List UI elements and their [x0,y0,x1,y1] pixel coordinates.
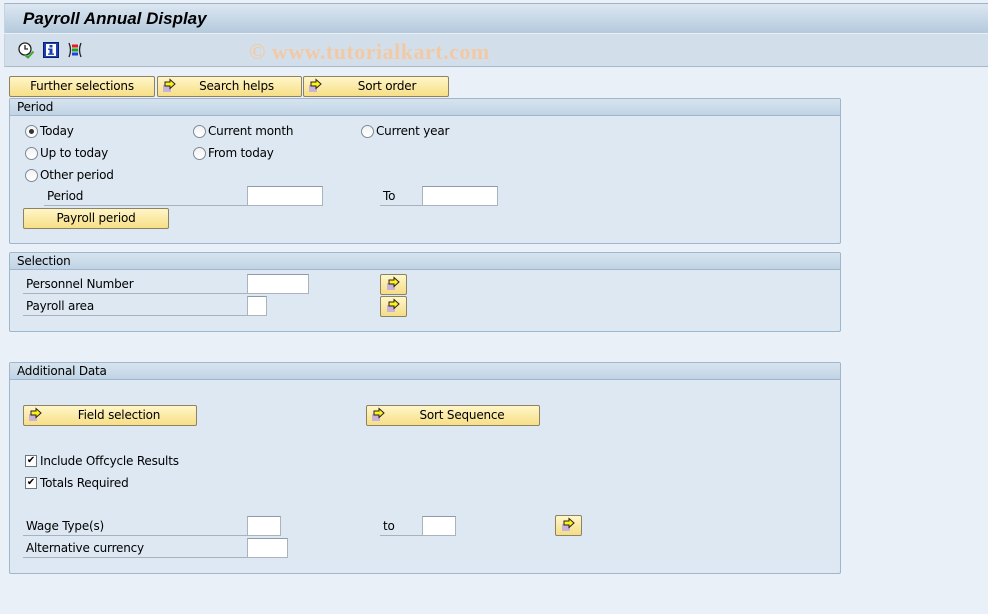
radio-other-period-label: Other period [40,168,114,182]
arrow-right-icon [562,517,575,531]
additional-data-group-title: Additional Data [10,363,840,380]
wage-types-label: Wage Type(s) [23,517,251,536]
wage-types-from-input[interactable] [247,516,281,536]
arrow-right-icon [29,407,42,421]
radio-indicator [193,146,206,160]
arrow-right-icon [387,276,400,290]
selection-options-icon[interactable] [66,41,84,59]
watermark: © www.tutorialkart.com [249,39,490,64]
personnel-number-input[interactable] [247,274,309,294]
totals-required-checkbox[interactable]: ✔ Totals Required [25,476,129,490]
radio-indicator [361,124,374,138]
payroll-area-multiple-selection-button[interactable] [380,296,407,317]
arrow-right-icon [163,78,176,92]
radio-up-to-today-label: Up to today [40,146,108,160]
period-group-title: Period [10,99,840,116]
wage-types-to-input[interactable] [422,516,456,536]
wage-types-to-label: to [380,517,424,536]
arrow-right-icon [387,298,400,312]
title-bar: Payroll Annual Display [4,3,988,33]
payroll-area-input[interactable] [247,296,267,316]
payroll-area-label: Payroll area [23,297,251,316]
arrow-right-icon [372,407,385,421]
payroll-period-button[interactable]: Payroll period [23,208,169,229]
checkbox-checked: ✔ [25,477,37,489]
personnel-number-multiple-selection-button[interactable] [380,274,407,295]
sort-sequence-button[interactable]: Sort Sequence [366,405,540,426]
totals-required-label: Totals Required [40,476,129,490]
payroll-period-label: Payroll period [56,211,136,225]
search-helps-label: Search helps [199,79,274,93]
execute-clock-icon[interactable] [17,41,35,59]
checkbox-checked: ✔ [25,455,37,467]
personnel-number-label: Personnel Number [23,275,251,294]
left-edge [0,0,4,614]
radio-current-year[interactable]: Current year [361,124,449,138]
radio-today[interactable]: Today [25,124,74,138]
period-from-input[interactable] [247,186,323,206]
selection-group-title: Selection [10,253,840,270]
field-selection-label: Field selection [77,408,161,422]
radio-indicator [193,124,206,138]
alternative-currency-input[interactable] [247,538,288,558]
radio-current-month-label: Current month [208,124,294,138]
include-offcycle-checkbox[interactable]: ✔ Include Offcycle Results [25,454,179,468]
wage-types-multiple-selection-button[interactable] [555,515,582,536]
radio-today-label: Today [40,124,74,138]
sort-order-button[interactable]: Sort order [303,76,449,97]
arrow-right-icon [309,78,322,92]
radio-other-period[interactable]: Other period [25,168,114,182]
selection-group: Selection Personnel Number Payroll area [9,252,841,332]
period-to-label: To [380,187,424,206]
sort-sequence-label: Sort Sequence [419,408,505,422]
field-selection-button[interactable]: Field selection [23,405,197,426]
radio-indicator [25,146,38,160]
additional-data-group: Additional Data Field selection Sort Seq… [9,362,841,574]
sort-order-label: Sort order [357,79,417,93]
application-toolbar: © www.tutorialkart.com [4,34,988,67]
further-selections-label: Further selections [30,79,134,93]
radio-current-year-label: Current year [376,124,450,138]
radio-selected-indicator [25,124,38,138]
period-label: Period [44,187,248,206]
radio-current-month[interactable]: Current month [193,124,293,138]
radio-up-to-today[interactable]: Up to today [25,146,108,160]
alternative-currency-label: Alternative currency [23,539,251,558]
radio-indicator [25,168,38,182]
radio-from-today-label: From today [208,146,274,160]
period-to-input[interactable] [422,186,498,206]
further-selections-button[interactable]: Further selections [9,76,155,97]
page-title: Payroll Annual Display [23,9,207,28]
search-helps-button[interactable]: Search helps [157,76,302,97]
info-icon[interactable] [42,41,60,59]
radio-from-today[interactable]: From today [193,146,274,160]
include-offcycle-label: Include Offcycle Results [40,454,179,468]
period-group: Period Today Current month Current year … [9,98,841,244]
